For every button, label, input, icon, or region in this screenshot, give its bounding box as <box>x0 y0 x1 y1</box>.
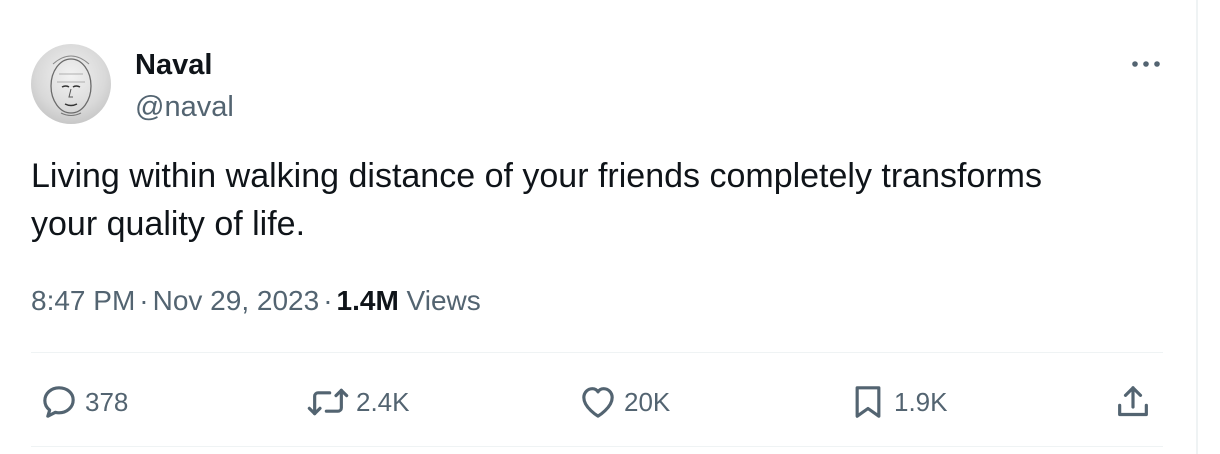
like-count: 20K <box>624 386 671 417</box>
tweet-card: Naval @naval Living within walking dista… <box>31 0 1163 454</box>
avatar[interactable] <box>31 44 111 124</box>
divider <box>31 446 1163 447</box>
tweet-date[interactable]: Nov 29, 2023 <box>153 285 320 316</box>
reply-button[interactable]: 378 <box>39 380 128 424</box>
bookmark-button[interactable]: 1.9K <box>848 380 948 424</box>
views-count: 1.4M <box>336 285 399 316</box>
tweet-meta: 8:47 PM · Nov 29, 2023 · 1.4M Views <box>31 284 481 318</box>
retweet-count: 2.4K <box>356 386 410 417</box>
share-button[interactable] <box>1113 380 1159 424</box>
tweet-time[interactable]: 8:47 PM <box>31 285 135 316</box>
profile-photo-sketch-face-icon <box>50 55 92 116</box>
views-label: Views <box>406 285 481 316</box>
heart-icon <box>578 382 618 422</box>
retweet-icon <box>306 382 350 422</box>
action-bar: 378 2.4K 20K 1.9K <box>31 380 1163 424</box>
tweet-text: Living within walking distance of your f… <box>31 157 1043 243</box>
more-dots-icon <box>1132 61 1160 67</box>
reply-count: 378 <box>85 386 129 417</box>
reply-bubble-icon <box>39 382 79 422</box>
retweet-button[interactable]: 2.4K <box>306 380 410 424</box>
meta-separator: · <box>323 285 333 316</box>
meta-separator: · <box>139 285 149 316</box>
bookmark-icon <box>848 382 888 422</box>
bookmark-count: 1.9K <box>894 386 948 417</box>
like-button[interactable]: 20K <box>578 380 670 424</box>
divider <box>31 352 1163 353</box>
more-options-button[interactable] <box>1128 52 1164 76</box>
author-handle[interactable]: @naval <box>135 90 234 124</box>
author-display-name[interactable]: Naval <box>135 48 234 82</box>
share-icon <box>1113 382 1153 422</box>
timeline-border <box>1196 0 1198 454</box>
author-block: Naval @naval <box>135 48 234 124</box>
